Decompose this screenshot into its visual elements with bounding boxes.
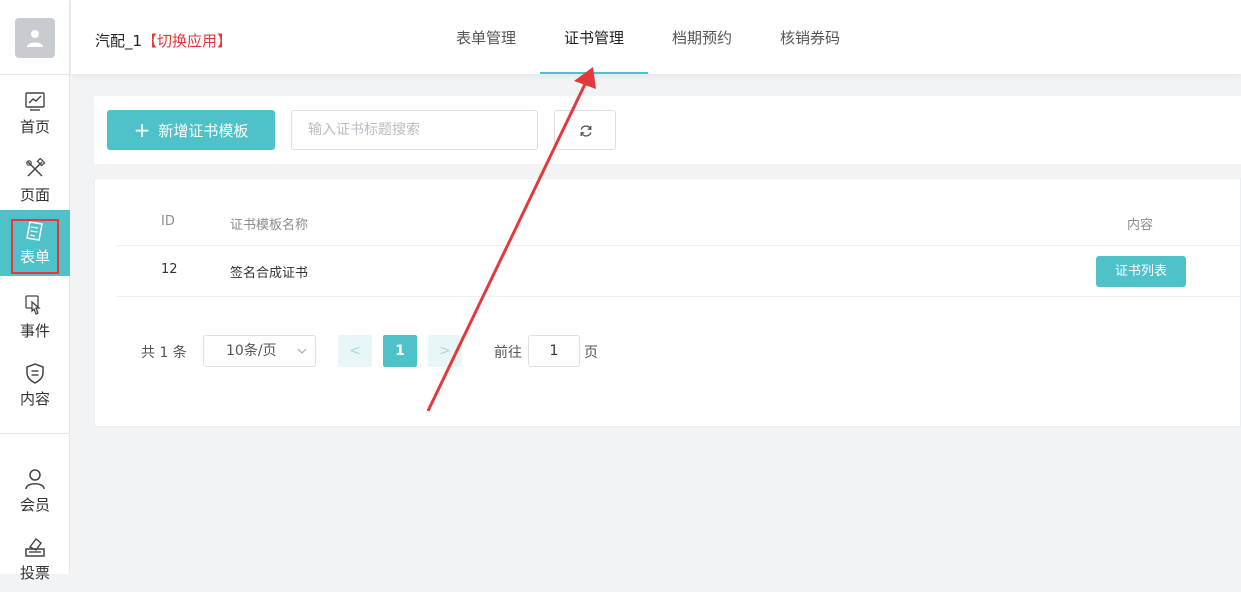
tab-form-management[interactable]: 表单管理: [454, 0, 518, 74]
chevron-down-icon: [297, 348, 307, 354]
toolbar: + 新增证书模板: [94, 96, 1241, 164]
cell-id: 12: [161, 262, 178, 277]
tab-label: 核销券码: [779, 29, 840, 47]
refresh-button[interactable]: [554, 110, 616, 150]
chart-icon: [25, 92, 45, 111]
header-divider: [117, 245, 1241, 246]
sidebar-item-events[interactable]: 事件: [0, 284, 70, 350]
sidebar-item-pages[interactable]: 页面: [0, 148, 70, 214]
pagination-prev-button[interactable]: <: [338, 335, 372, 367]
pagination-total: 共 1 条: [141, 345, 187, 361]
sidebar-divider: [0, 433, 70, 434]
pagination-next-button[interactable]: >: [428, 335, 462, 367]
user-icon: [25, 469, 45, 490]
tab-label: 档期预约: [671, 29, 732, 47]
shield-doc-icon: [26, 363, 44, 384]
active-tab-indicator: [540, 72, 648, 74]
sidebar-item-label: 首页: [19, 118, 50, 136]
tab-verify-coupon[interactable]: 核销券码: [778, 0, 842, 74]
add-button-label: 新增证书模板: [158, 122, 249, 140]
app-name-text: 汽配_1: [95, 32, 143, 50]
user-silhouette-icon: [27, 30, 43, 47]
goto-page-input[interactable]: [528, 335, 580, 367]
sidebar-item-label: 内容: [19, 390, 50, 408]
sidebar-item-content[interactable]: 内容: [0, 352, 70, 418]
page-size-select[interactable]: 10条/页: [203, 335, 316, 367]
pagination-page-1[interactable]: 1: [383, 335, 417, 367]
sidebar-item-vote[interactable]: 投票: [0, 526, 70, 592]
sidebar-item-forms[interactable]: 表单: [0, 210, 70, 276]
cell-name: 签名合成证书: [230, 266, 309, 281]
sidebar-item-label: 会员: [19, 496, 50, 514]
avatar[interactable]: [15, 18, 55, 58]
certificate-list-button[interactable]: 证书列表: [1096, 256, 1186, 287]
sidebar: 首页 页面 表单 事件 内容 会员 投票: [0, 0, 70, 582]
tab-certificate-management[interactable]: 证书管理: [540, 0, 648, 74]
tab-label: 表单管理: [455, 29, 516, 47]
hand-pointer-icon: [25, 295, 41, 315]
column-header-id: ID: [161, 214, 175, 229]
app-name: 汽配_1【切换应用】: [95, 30, 232, 51]
sidebar-item-label: 页面: [19, 186, 50, 204]
goto-label: 前往: [494, 345, 522, 361]
switch-app-link[interactable]: 【切换应用】: [142, 32, 232, 50]
sidebar-item-home[interactable]: 首页: [0, 80, 70, 146]
sidebar-item-label: 事件: [19, 322, 50, 340]
top-bar: 汽配_1【切换应用】 表单管理 证书管理 档期预约 核销券码: [71, 0, 1241, 74]
sidebar-item-members[interactable]: 会员: [0, 458, 70, 524]
row-divider: [117, 296, 1241, 297]
sidebar-item-label: 投票: [19, 564, 50, 582]
add-certificate-template-button[interactable]: + 新增证书模板: [107, 110, 275, 150]
column-header-content: 内容: [1127, 218, 1154, 233]
plus-icon: +: [133, 118, 151, 142]
vote-box-icon: [25, 538, 45, 557]
certificate-table-panel: ID 证书模板名称 内容 12 签名合成证书 证书列表 共 1 条 10条/页 …: [94, 178, 1241, 427]
page-size-value: 10条/页: [226, 343, 277, 359]
edit-tools-icon: [26, 158, 46, 177]
refresh-icon: [580, 125, 592, 137]
tab-schedule-booking[interactable]: 档期预约: [670, 0, 734, 74]
tab-label: 证书管理: [563, 29, 624, 47]
column-header-name: 证书模板名称: [230, 218, 309, 233]
page-unit-label: 页: [584, 345, 598, 361]
highlight-box: [11, 219, 59, 274]
sidebar-divider: [0, 74, 70, 75]
certificate-search-input[interactable]: [291, 110, 538, 150]
